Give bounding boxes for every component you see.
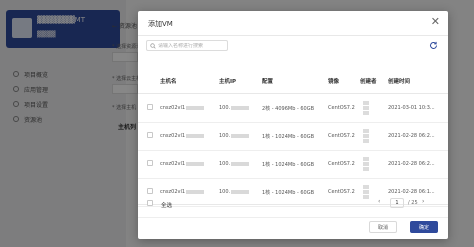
search-box[interactable] xyxy=(146,40,228,51)
divider xyxy=(138,35,448,36)
creator-avatar xyxy=(363,185,369,200)
redacted xyxy=(231,133,250,138)
select-all-label: 全选 xyxy=(161,203,173,209)
table-row[interactable]: cnsz02vl1 100. 1核 - 1024Mb - 60GB CentOS… xyxy=(138,122,448,151)
config-cell: 1核 - 1024Mb - 60GB xyxy=(262,162,315,168)
column-header-config: 配置 xyxy=(262,79,274,85)
hostname-cell: cnsz02vl1 xyxy=(160,189,205,195)
search-icon xyxy=(150,42,156,49)
row-checkbox[interactable] xyxy=(147,104,153,110)
column-header-created-time: 创建时间 xyxy=(388,79,411,85)
table-row[interactable]: cnsz02vl1 100. 2核 - 4096Mb - 60GB CentOS… xyxy=(138,94,448,123)
ip: 100. xyxy=(219,105,231,111)
ip-cell: 100. xyxy=(219,133,250,139)
cancel-button[interactable]: 取消 xyxy=(369,221,397,233)
divider xyxy=(138,217,448,218)
created-time-cell: 2021-02-28 06:1... xyxy=(388,189,435,195)
redacted xyxy=(231,189,250,194)
hostname: cnsz02vl1 xyxy=(160,105,186,111)
hostname: cnsz02vl1 xyxy=(160,189,186,195)
hostname-cell: cnsz02vl1 xyxy=(160,133,205,139)
page-total: / 25 xyxy=(408,200,418,206)
created-time-cell: 2021-02-28 06:2... xyxy=(388,161,435,167)
prev-page-button[interactable]: ‹ xyxy=(378,198,380,205)
ip-cell: 100. xyxy=(219,189,250,195)
redacted xyxy=(231,161,250,166)
refresh-icon[interactable] xyxy=(429,41,438,50)
page-number-input[interactable]: 1 xyxy=(390,198,404,208)
column-header-image: 镜像 xyxy=(328,79,340,85)
image-cell: CentOS7.2 xyxy=(328,189,355,195)
ip: 100. xyxy=(219,161,231,167)
redacted xyxy=(186,133,205,138)
created-time-cell: 2021-03-01 10:3... xyxy=(388,105,435,111)
table-header: 主机名 主机IP 配置 镜像 创建者 创建时间 xyxy=(138,63,448,94)
redacted xyxy=(186,189,205,194)
creator-avatar xyxy=(363,129,369,144)
created-time-cell: 2021-02-28 06:2... xyxy=(388,133,435,139)
ip-cell: 100. xyxy=(219,161,250,167)
next-page-button[interactable]: › xyxy=(422,198,424,205)
ip-cell: 100. xyxy=(219,105,250,111)
config-cell: 1核 - 1024Mb - 60GB xyxy=(262,190,315,196)
hostname: cnsz02vl1 xyxy=(160,161,186,167)
redacted xyxy=(186,161,205,166)
ip: 100. xyxy=(219,133,231,139)
hostname-cell: cnsz02vl1 xyxy=(160,161,205,167)
hostname-cell: cnsz02vl1 xyxy=(160,105,205,111)
select-all-checkbox[interactable] xyxy=(147,200,153,206)
close-icon[interactable]: ✕ xyxy=(431,16,440,27)
search-input[interactable] xyxy=(158,42,228,49)
creator-avatar xyxy=(363,157,369,172)
config-cell: 2核 - 4096Mb - 60GB xyxy=(262,106,315,112)
add-vm-dialog: 添加VM ✕ 主机名 主机IP 配置 镜像 创建者 创建时间 cnsz02vl1… xyxy=(138,11,448,239)
hostname: cnsz02vl1 xyxy=(160,133,186,139)
creator-avatar xyxy=(363,101,369,116)
confirm-button[interactable]: 确定 xyxy=(410,221,438,233)
config-cell: 1核 - 1024Mb - 60GB xyxy=(262,134,315,140)
column-header-creator: 创建者 xyxy=(360,79,377,85)
table-row[interactable]: cnsz02vl1 100. 1核 - 1024Mb - 60GB CentOS… xyxy=(138,150,448,179)
image-cell: CentOS7.2 xyxy=(328,133,355,139)
ip: 100. xyxy=(219,189,231,195)
redacted xyxy=(186,105,205,110)
column-header-hostname: 主机名 xyxy=(160,79,177,85)
image-cell: CentOS7.2 xyxy=(328,105,355,111)
row-checkbox[interactable] xyxy=(147,160,153,166)
redacted xyxy=(231,105,250,110)
dialog-title: 添加VM xyxy=(148,20,173,28)
row-checkbox[interactable] xyxy=(147,132,153,138)
image-cell: CentOS7.2 xyxy=(328,161,355,167)
row-checkbox[interactable] xyxy=(147,188,153,194)
column-header-ip: 主机IP xyxy=(219,79,237,85)
